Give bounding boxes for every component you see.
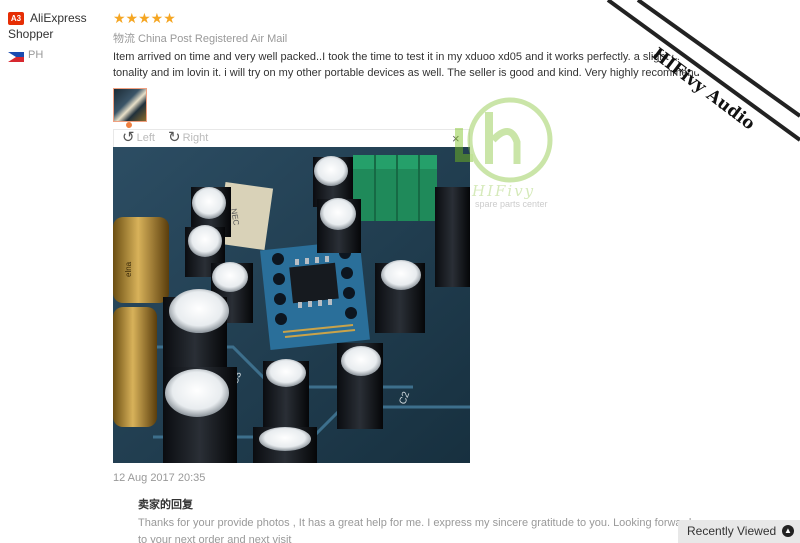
chevron-up-icon: ▲ xyxy=(782,525,794,537)
seller-reply-title: 卖家的回复 xyxy=(138,499,193,511)
recently-viewed-label: Recently Viewed xyxy=(687,524,777,538)
buyer-name: AliExpress xyxy=(30,11,87,25)
image-viewer-toolbar: ↺ Left ↻ Right × xyxy=(113,129,470,147)
seller-reply-text: Thanks for your provide photos , It has … xyxy=(138,517,692,543)
star-rating: ★★★★★ xyxy=(113,10,176,26)
review-photo-large[interactable]: C3 C2 NEC elna xyxy=(113,147,470,463)
watermark-logo-subtitle: spare parts center xyxy=(475,199,548,209)
rotate-left-button[interactable]: ↺ Left xyxy=(122,129,155,146)
shipping-method: 物流 China Post Registered Air Mail xyxy=(113,33,288,45)
review-date: 12 Aug 2017 20:35 xyxy=(113,472,206,484)
philippines-flag-icon xyxy=(8,52,24,62)
rotate-left-icon: ↺ xyxy=(122,129,135,146)
rotate-right-button[interactable]: ↻ Right xyxy=(168,129,209,146)
watermark-logo-text: HIFivy xyxy=(472,182,536,200)
circuit-board-photo: C3 C2 NEC elna xyxy=(113,147,470,463)
rotate-left-label: Left xyxy=(136,132,155,144)
thumbnail-active-indicator xyxy=(126,122,132,128)
buyer-name-line2: Shopper xyxy=(8,27,54,41)
rotate-right-icon: ↻ xyxy=(168,129,181,146)
buyer-level-badge: A3 xyxy=(8,12,24,25)
review-text: Item arrived on time and very well packe… xyxy=(113,51,720,79)
rotate-right-label: Right xyxy=(182,132,209,144)
buyer-country: PH xyxy=(28,49,44,61)
svg-text:elna: elna xyxy=(124,261,133,277)
recently-viewed-tab[interactable]: Recently Viewed ▲ xyxy=(678,520,800,543)
close-viewer-button[interactable]: × xyxy=(452,131,460,146)
review-photo-thumbnail[interactable] xyxy=(113,88,147,122)
